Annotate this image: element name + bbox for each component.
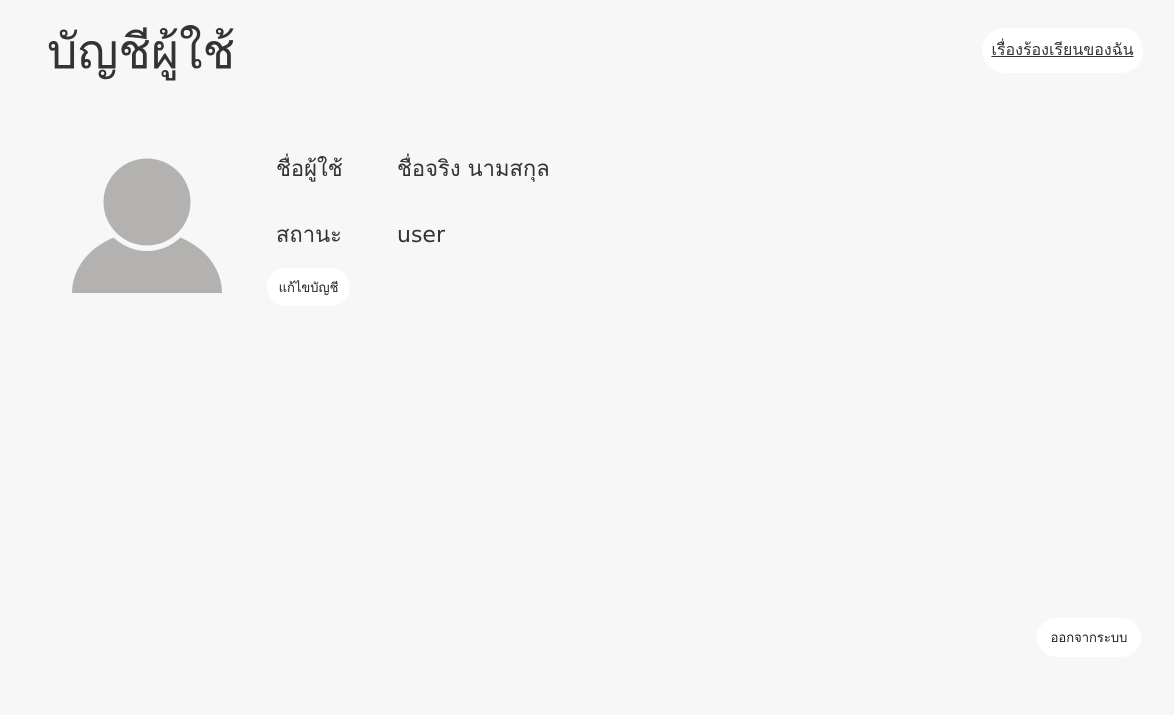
avatar: [72, 156, 222, 293]
avatar-head: [103, 158, 191, 246]
status-value: user: [397, 223, 445, 248]
username-row: ชื่อผู้ใช้ ชื่อจริง นามสกุล: [276, 155, 550, 185]
user-silhouette-icon: [72, 156, 222, 293]
logout-button[interactable]: ออกจากระบบ: [1037, 618, 1141, 657]
status-label: สถานะ: [276, 223, 342, 248]
username-value: ชื่อจริง นามสกุล: [397, 157, 550, 182]
account-page: บัญชีผู้ใช้ เรื่องร้องเรียนของฉัน ชื่อผู…: [0, 0, 1174, 715]
edit-account-button[interactable]: แก้ไขบัญชี: [267, 268, 350, 306]
username-label: ชื่อผู้ใช้: [276, 157, 343, 182]
page-title: บัญชีผู้ใช้: [47, 24, 236, 80]
my-complaints-link[interactable]: เรื่องร้องเรียนของฉัน: [982, 28, 1143, 73]
status-row: สถานะ user: [276, 221, 445, 251]
